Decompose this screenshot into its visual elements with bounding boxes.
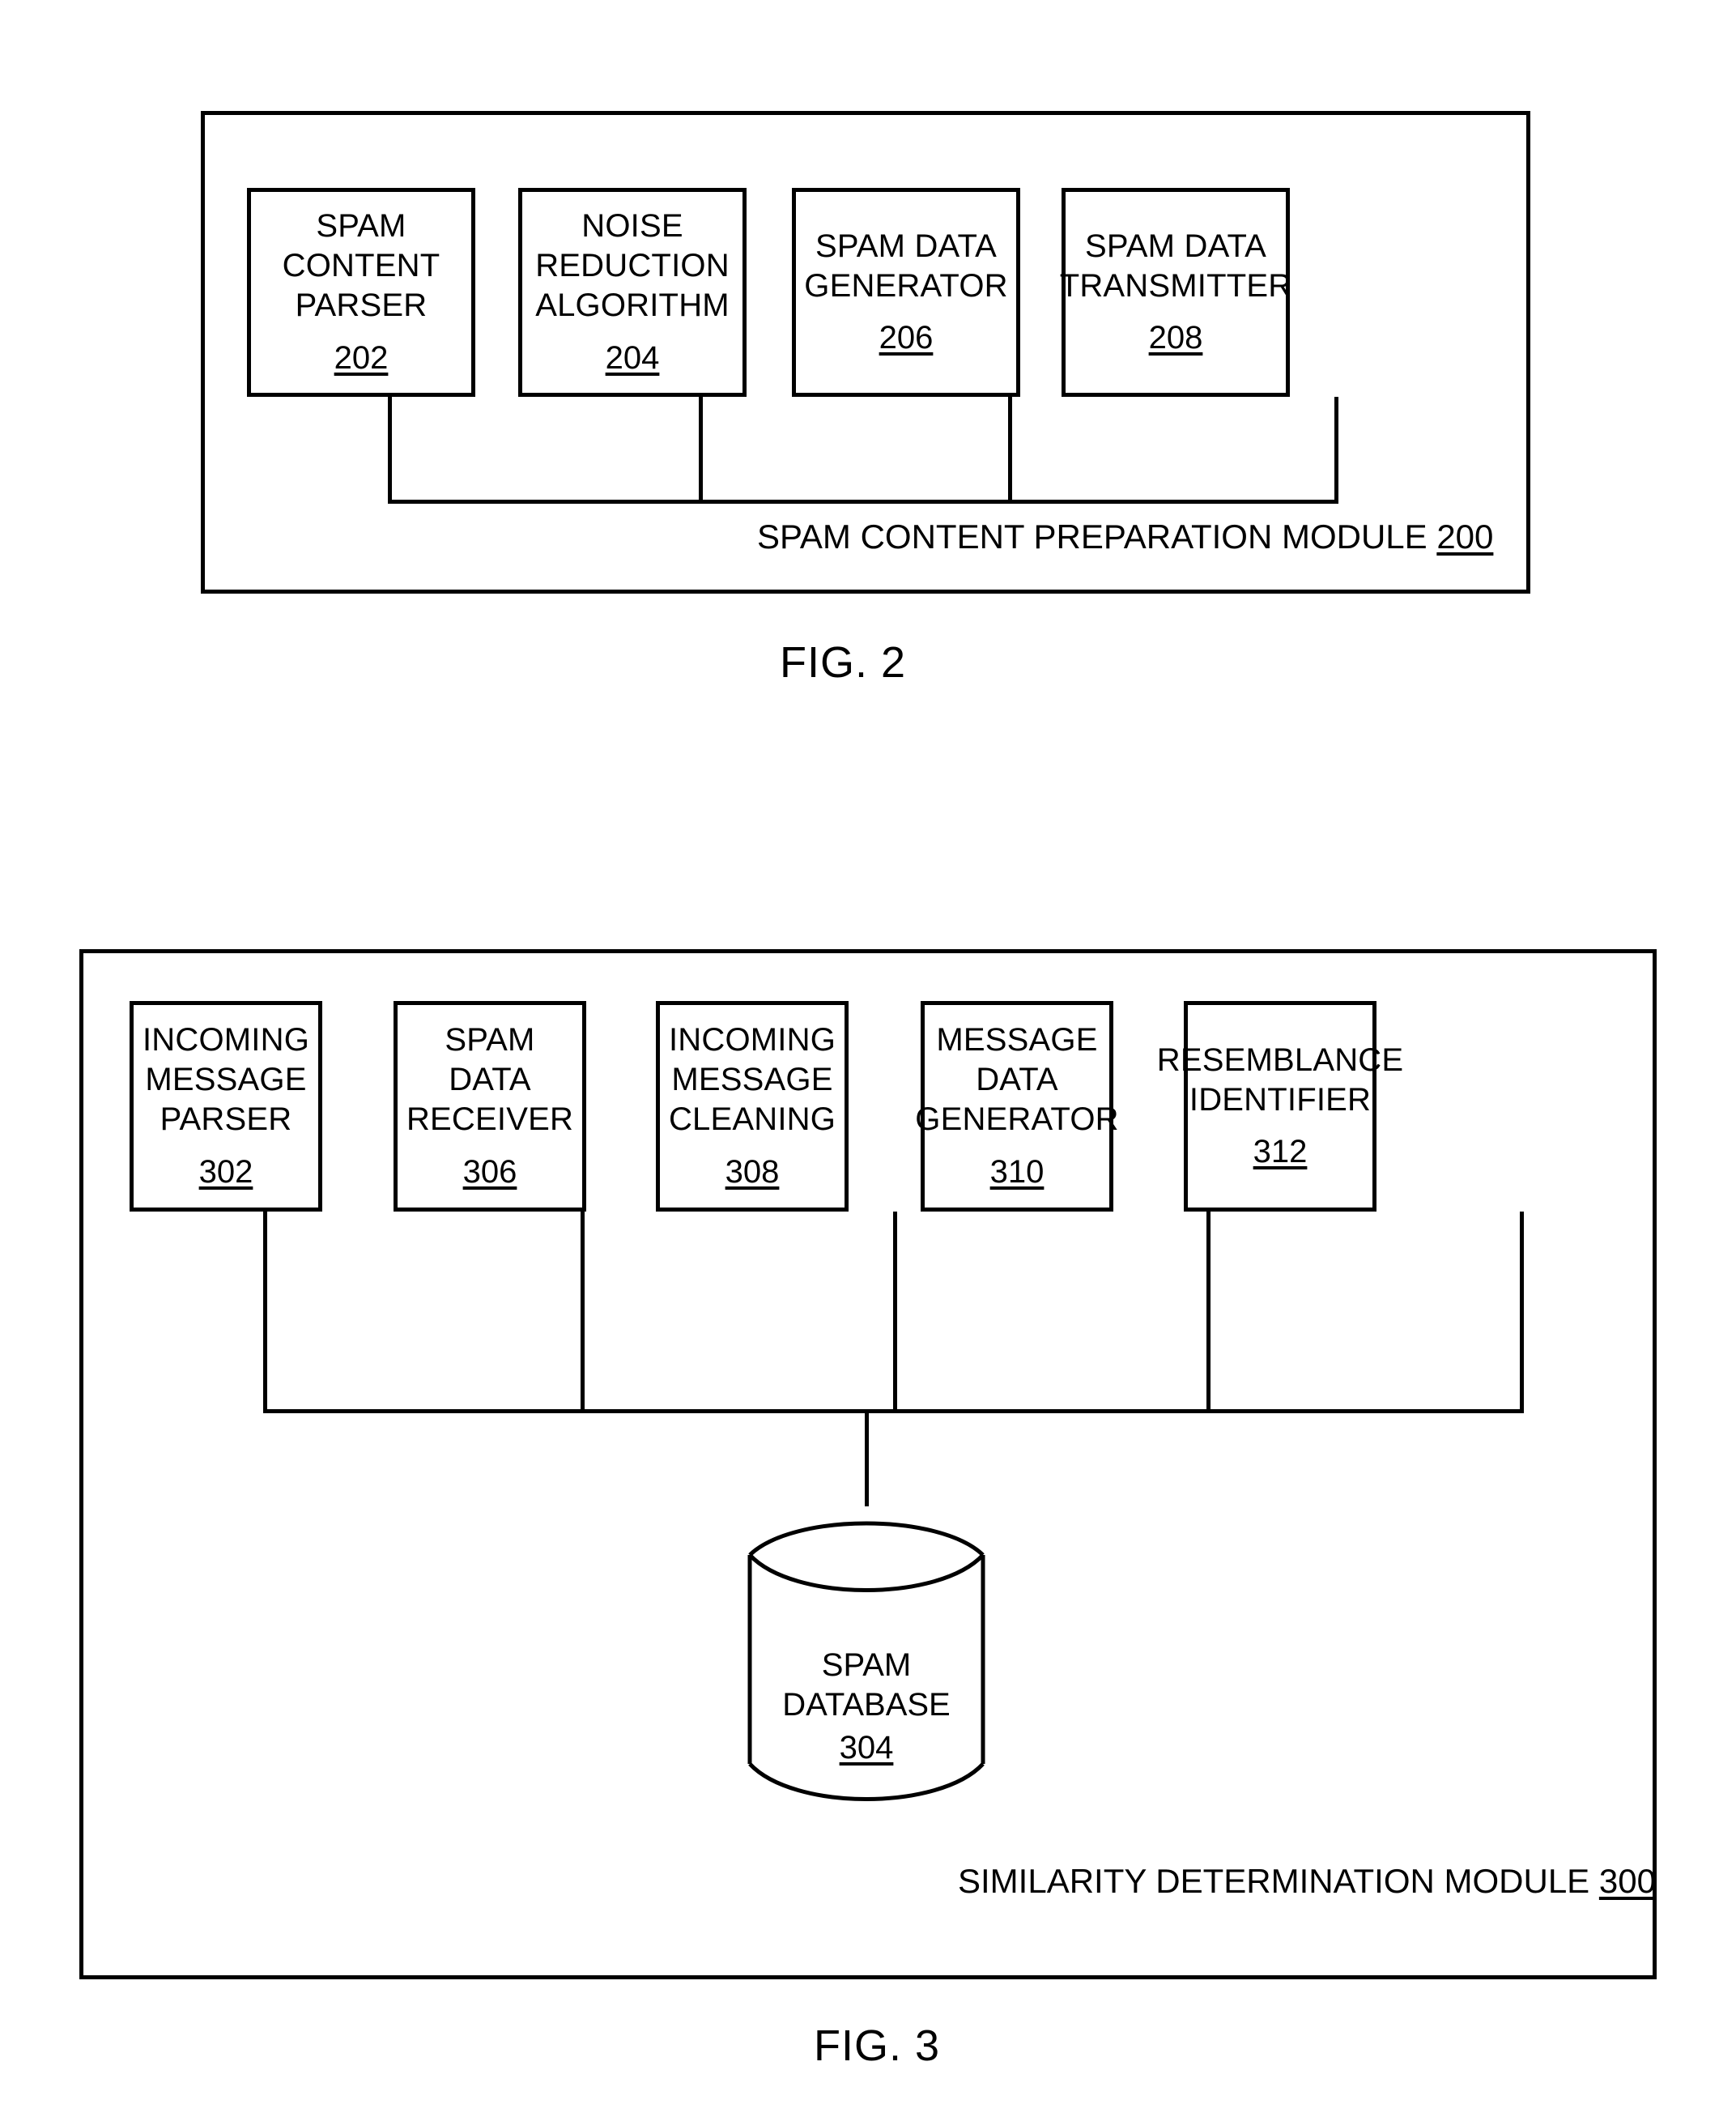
box-label: SPAM DATA RECEIVER	[406, 1022, 574, 1137]
connector-bus-fig2	[388, 500, 1338, 504]
box-reference-numeral: 202	[334, 339, 389, 376]
box-reference-numeral: 206	[879, 320, 934, 356]
module-reference-numeral: 300	[1598, 1862, 1656, 1900]
box-incoming-message-parser: INCOMING MESSAGE PARSER 302	[130, 1001, 322, 1212]
module-caption-name: SIMILARITY DETERMINATION MODULE	[958, 1862, 1590, 1900]
connector-drop-310	[1206, 1212, 1211, 1413]
box-spam-content-parser: SPAM CONTENT PARSER 202	[247, 188, 475, 397]
module-reference-numeral: 200	[1436, 518, 1494, 556]
connector-drop-206	[1008, 397, 1012, 503]
connector-drop-204	[699, 397, 703, 503]
similarity-determination-module-caption: SIMILARITY DETERMINATION MODULE 300	[958, 1862, 1656, 1900]
box-label: SPAM DATA GENERATOR	[804, 228, 1008, 304]
box-noise-reduction-algorithm: NOISE REDUCTION ALGORITHM 204	[518, 188, 747, 397]
connector-drop-202	[388, 397, 392, 503]
box-incoming-message-cleaning: INCOMING MESSAGE CLEANING 308	[656, 1001, 849, 1212]
box-spam-data-receiver: SPAM DATA RECEIVER 306	[394, 1001, 586, 1212]
box-reference-numeral: 310	[989, 1153, 1045, 1190]
figure-3-caption: FIG. 3	[814, 2021, 941, 2070]
box-label: SPAM DATA TRANSMITTER	[1059, 228, 1292, 304]
connector-drop-308	[893, 1212, 897, 1413]
connector-drop-302	[263, 1212, 267, 1413]
box-label: SPAM CONTENT PARSER	[282, 208, 440, 323]
box-reference-numeral: 204	[605, 339, 660, 376]
spam-content-preparation-module-caption: SPAM CONTENT PREPARATION MODULE 200	[757, 518, 1493, 556]
connector-drop-208	[1334, 397, 1338, 503]
box-spam-data-generator: SPAM DATA GENERATOR 206	[792, 188, 1020, 397]
database-reference-numeral: 304	[839, 1730, 894, 1766]
box-message-data-generator: MESSAGE DATA GENERATOR 310	[915, 1001, 1119, 1212]
patent-drawing-sheet: SPAM CONTENT PARSER 202 NOISE REDUCTION …	[0, 0, 1736, 2117]
box-reference-numeral: 312	[1253, 1134, 1308, 1170]
connector-drop-312	[1520, 1212, 1524, 1413]
box-label: RESEMBLANCE IDENTIFIER	[1156, 1041, 1404, 1118]
database-label: SPAM DATABASE	[782, 1647, 951, 1723]
connector-bus-fig3	[263, 1409, 1524, 1413]
connector-drop-306	[581, 1212, 585, 1413]
spam-database-cylinder: SPAM DATABASE 304	[745, 1500, 988, 1817]
box-resemblance-identifier: RESEMBLANCE IDENTIFIER 312	[1157, 1001, 1403, 1212]
module-caption-name: SPAM CONTENT PREPARATION MODULE	[757, 518, 1428, 556]
box-spam-data-transmitter: SPAM DATA TRANSMITTER 208	[1059, 188, 1292, 397]
box-label: INCOMING MESSAGE CLEANING	[668, 1022, 836, 1137]
connector-drop-database-304	[865, 1409, 869, 1506]
box-reference-numeral: 208	[1148, 320, 1203, 356]
figure-2-caption: FIG. 2	[780, 638, 907, 687]
box-label: INCOMING MESSAGE PARSER	[142, 1022, 310, 1137]
box-label: NOISE REDUCTION ALGORITHM	[535, 208, 730, 323]
box-reference-numeral: 306	[462, 1153, 517, 1190]
box-reference-numeral: 302	[198, 1153, 253, 1190]
box-label: MESSAGE DATA GENERATOR	[915, 1022, 1119, 1137]
box-reference-numeral: 308	[725, 1153, 780, 1190]
